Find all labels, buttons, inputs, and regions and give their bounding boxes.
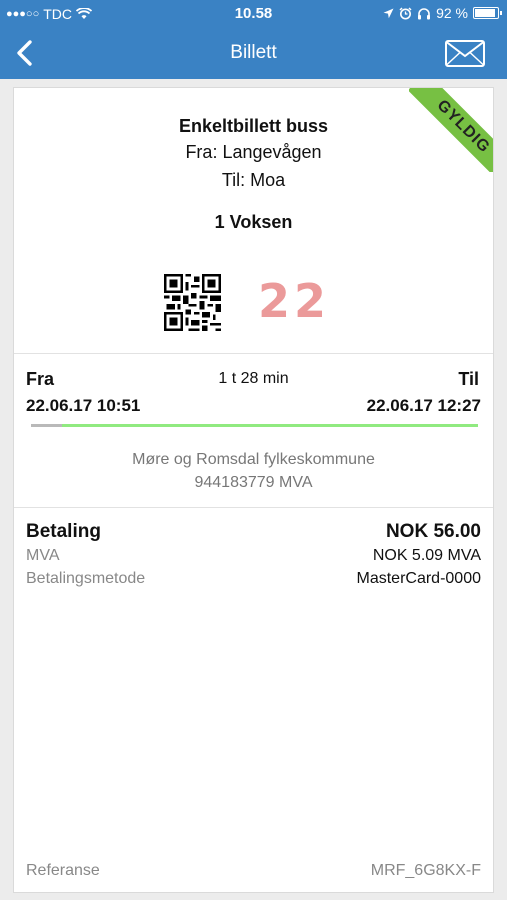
status-bar: ●●●○○ TDC 10.58 92 % [0,0,507,28]
passenger-count: 1 Voksen [214,212,293,232]
divider [14,353,493,354]
top-bar: ●●●○○ TDC 10.58 92 % Billett [0,0,507,79]
arrival-label: Til [458,369,479,389]
issuer-name: Møre og Romsdal fylkeskommune [132,451,375,468]
status-right: 92 % [383,5,502,21]
envelope-icon[interactable] [445,40,485,67]
mva-label: MVA [26,547,60,564]
headphones-icon [418,7,431,19]
ticket-to: Til: Moa [221,170,286,190]
progress-elapsed [31,424,63,427]
ticket-from: Fra: Langevågen [185,142,322,162]
divider [14,507,493,508]
ticket-title: Enkeltbillett buss [178,116,329,136]
arrival-time: 22.06.17 12:27 [366,396,481,415]
alarm-clock-icon [399,6,412,19]
payment-method-label: Betalingsmetode [26,570,146,587]
ticket-code: 22 [258,274,331,328]
issuer-org-number: 944183779 MVA [194,474,313,491]
payment-method-value: MasterCard-0000 [356,570,482,587]
qr-code-icon [164,274,221,331]
departure-time: 22.06.17 10:51 [26,396,141,415]
reference-label: Referanse [26,862,100,879]
validity-progress-bar [31,424,478,427]
ticket-card: GYLDIG Enkeltbillett buss Fra: Langevåge… [13,87,494,893]
payment-amount: NOK 56.00 [385,521,481,542]
navigation-bar: Billett [0,28,507,79]
payment-label: Betaling [26,521,101,542]
battery-icon [473,7,502,19]
mva-value: NOK 5.09 MVA [372,547,481,564]
battery-fill [475,9,496,17]
page-title: Billett [230,42,277,63]
reference-value: MRF_6G8KX-F [370,862,481,879]
location-arrow-icon [383,8,394,18]
battery-percentage: 92 % [436,5,468,21]
journey-duration: 1 t 28 min [218,370,289,387]
